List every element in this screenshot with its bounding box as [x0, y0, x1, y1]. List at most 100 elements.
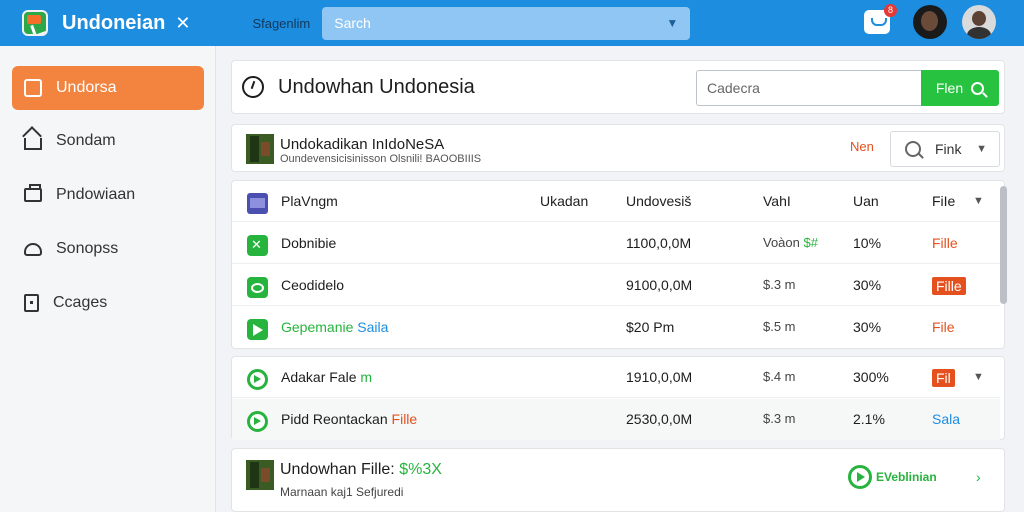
close-icon[interactable]: ✕ — [175, 13, 190, 34]
row-name-tag: m — [360, 369, 373, 385]
sidebar-item-undorsa[interactable]: Undorsa — [12, 66, 204, 110]
filter-dropdown[interactable]: Fink ▼ — [890, 131, 1000, 167]
table-row[interactable]: Gepemanie Saila $20 Pm $.5 m 30% File — [232, 307, 1000, 348]
table-row[interactable]: Ceodidelo 9100,0,0M $.3 m 30% Fille — [232, 265, 1000, 306]
info-card: Undokadikan InIdoNeSA Oundevensicisiniss… — [231, 124, 1005, 172]
brand-name: EVeblinian — [876, 470, 937, 484]
house-icon — [24, 138, 42, 150]
thumbnail-image — [246, 134, 274, 164]
main-search: Flen — [696, 70, 999, 106]
row-name-text: Adakar Fale — [281, 369, 357, 385]
row-size: $20 Pm — [626, 319, 675, 335]
top-search-input[interactable] — [334, 15, 667, 31]
row-name: Adakar Fale m — [281, 369, 372, 385]
play-icon — [247, 319, 268, 340]
row-value: $.3 m — [763, 277, 796, 292]
footer-card: Undowhan Fille: $%3X Marnaan kaj1 Sefjur… — [231, 448, 1005, 512]
sidebar-item-sondam[interactable]: Sondam — [12, 119, 204, 163]
row-value: $.4 m — [763, 369, 796, 384]
column-header-vahl[interactable]: VahI — [763, 193, 791, 209]
files-table: PlaVngm Ukadan Undovesiš VahI Uan FiIe ▼… — [231, 180, 1005, 349]
row-size: 9100,0,0M — [626, 277, 693, 293]
row-value-tag: $# — [803, 235, 818, 250]
table-row[interactable]: Adakar Fale m 1910,0,0M $.4 m 300% Fil ▼ — [232, 357, 1000, 398]
row-file-link[interactable]: File — [932, 319, 955, 335]
row-name: Gepemanie Saila — [281, 319, 388, 335]
top-search-box[interactable]: ▼ — [322, 6, 691, 40]
app-title: Undoneian — [62, 11, 166, 34]
sidebar-item-label: Sonopss — [56, 240, 119, 257]
column-header-undovesis[interactable]: Undovesiš — [626, 193, 691, 209]
main-search-input[interactable] — [696, 70, 921, 106]
filter-button[interactable]: Flen — [921, 70, 999, 106]
page-header-card: Undowhan Undonesia Flen — [231, 60, 1005, 114]
table-header-row: PlaVngm Ukadan Undovesiš VahI Uan FiIe ▼ — [232, 181, 1000, 222]
row-size: 2530,0,0M — [626, 411, 693, 427]
row-name-text: Pidd Reontackan — [281, 411, 388, 427]
search-label: Sfagenlim — [252, 15, 311, 31]
row-percent: 300% — [853, 369, 889, 385]
sidebar-item-label: Ccages — [53, 294, 108, 311]
sidebar-item-pndowiaan[interactable]: Pndowiaan — [12, 173, 204, 217]
row-percent: 30% — [853, 319, 882, 335]
avatar-user-2[interactable] — [962, 5, 996, 39]
sidebar-item-label: Undorsa — [56, 79, 117, 96]
column-header-name[interactable]: PlaVngm — [281, 193, 338, 209]
row-percent: 30% — [853, 277, 882, 293]
row-value: $.3 m — [763, 411, 796, 426]
info-subtitle: Oundevensicisinisson Olsnili! BAOOBIIIS — [280, 153, 482, 165]
column-header-ukadan[interactable]: Ukadan — [540, 193, 588, 209]
column-header-file[interactable]: FiIe — [932, 193, 955, 209]
square-dot-icon — [24, 294, 39, 312]
avatar-user-1[interactable] — [913, 5, 947, 39]
column-header-uan[interactable]: Uan — [853, 193, 879, 209]
folder-icon — [24, 184, 42, 202]
row-size: 1910,0,0M — [626, 369, 693, 385]
row-file-badge[interactable]: Fil — [932, 369, 955, 387]
chevron-right-icon[interactable]: › — [976, 469, 981, 485]
row-name-text: Gepemanie — [281, 319, 354, 335]
row-value-text: Voàon — [763, 235, 800, 250]
chevron-down-icon[interactable]: ▼ — [973, 371, 984, 383]
table-row[interactable]: Pidd Reontackan Fille 2530,0,0M $.3 m 2.… — [232, 399, 1000, 440]
chevron-down-icon[interactable]: ▼ — [666, 16, 678, 30]
view-icon — [247, 277, 268, 298]
info-title: Undokadikan InIdoNeSA — [280, 136, 445, 153]
tools-icon — [247, 235, 268, 256]
row-name: Dobnibie — [281, 235, 337, 251]
row-name: Pidd Reontackan Fille — [281, 411, 417, 427]
table-row[interactable]: Dobnibie 1100,0,0M Voàon $# 10% Fille — [232, 223, 1000, 264]
row-value: $.5 m — [763, 319, 796, 334]
filter-dropdown-label: Fink — [935, 141, 962, 157]
footer-title: Undowhan Fille: $%3X — [280, 461, 442, 479]
new-label[interactable]: Nen — [850, 139, 874, 154]
clock-icon — [242, 76, 264, 98]
row-name-tag: Fille — [391, 411, 418, 427]
footer-title-tag: $%3X — [399, 461, 442, 478]
sidebar-item-sonopss[interactable]: Sonopss — [12, 227, 204, 271]
row-name-tag: Saila — [357, 319, 389, 335]
row-percent: 2.1% — [853, 411, 885, 427]
filter-button-label: Flen — [935, 80, 964, 96]
scrollbar[interactable] — [1000, 186, 1007, 304]
row-file-link[interactable]: Sala — [932, 411, 960, 427]
page-title: Undowhan Undonesia — [278, 75, 475, 98]
brand-link[interactable]: EVeblinian — [848, 465, 937, 489]
search-icon — [905, 141, 921, 157]
notification-badge: 8 — [884, 4, 897, 17]
row-value: Voàon $# — [763, 235, 818, 250]
sidebar-item-label: Sondam — [56, 132, 116, 149]
chevron-down-icon[interactable]: ▼ — [973, 195, 984, 207]
chevron-down-icon: ▼ — [976, 143, 987, 155]
refresh-icon — [247, 411, 268, 432]
play-circle-icon — [247, 369, 268, 390]
cloud-icon — [24, 242, 42, 256]
files-table-secondary: Adakar Fale m 1910,0,0M $.4 m 300% Fil ▼… — [231, 356, 1005, 440]
search-icon — [971, 81, 985, 95]
row-file-badge[interactable]: Fille — [932, 277, 966, 295]
box-icon — [24, 79, 42, 97]
sidebar-item-ccages[interactable]: Ccages — [12, 281, 204, 325]
row-percent: 10% — [853, 235, 882, 251]
footer-subtitle: Marnaan kaj1 Sefjuredi — [280, 485, 404, 499]
row-file-link[interactable]: Fille — [932, 235, 958, 251]
